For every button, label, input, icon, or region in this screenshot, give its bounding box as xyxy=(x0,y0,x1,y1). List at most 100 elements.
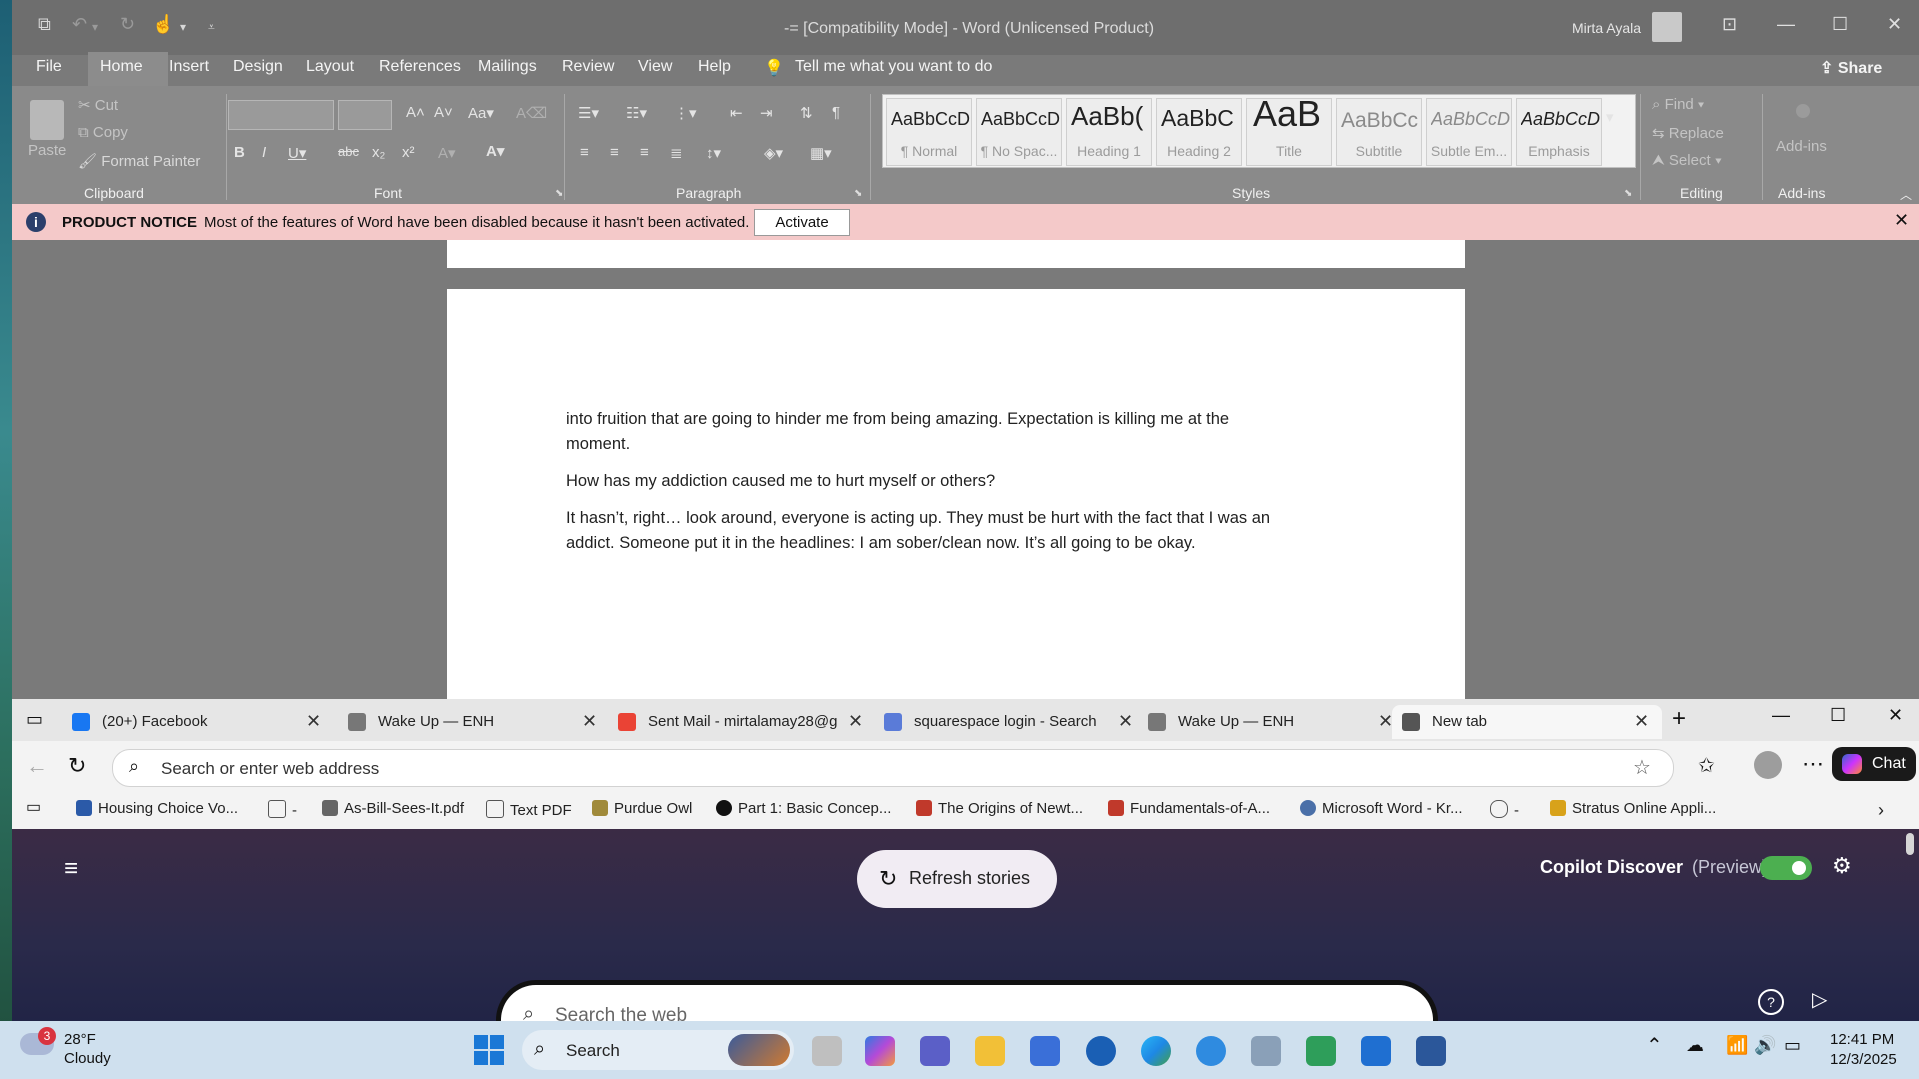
underline-icon[interactable]: U▾ xyxy=(288,144,306,162)
clock-date[interactable]: 12/3/2025 xyxy=(1830,1051,1897,1068)
browser-tab-active[interactable]: New tab ✕ xyxy=(1392,705,1662,739)
tab-insert[interactable]: Insert xyxy=(169,58,209,76)
style-heading-1[interactable]: AaBb(Heading 1 xyxy=(1066,98,1152,166)
line-spacing-icon[interactable]: ↕▾ xyxy=(706,144,721,162)
style-subtle-emphasis[interactable]: AaBbCcD Subtle Em... xyxy=(1426,98,1512,166)
browser-tab[interactable]: Sent Mail - mirtalamay28@g ✕ xyxy=(608,705,878,739)
copilot-chat-button[interactable]: Chat xyxy=(1832,747,1916,781)
maximize-icon[interactable]: ☐ xyxy=(1832,14,1848,35)
maximize-icon[interactable]: ☐ xyxy=(1830,705,1846,726)
clear-formatting-icon[interactable]: A⌫ xyxy=(516,104,547,122)
bookmark-item[interactable]: Fundamentals-of-A... xyxy=(1108,800,1270,817)
bullets-icon[interactable]: ☰▾ xyxy=(578,104,599,122)
shading-icon[interactable]: ◈▾ xyxy=(764,144,783,162)
teams-icon[interactable] xyxy=(920,1036,950,1066)
onedrive-icon[interactable]: ☁ xyxy=(1686,1035,1704,1056)
get-help-icon[interactable] xyxy=(1196,1036,1226,1066)
add-ins-button[interactable]: Add-ins xyxy=(1776,138,1827,155)
tab-close-icon[interactable]: ✕ xyxy=(1378,711,1393,732)
paste-button[interactable]: Paste xyxy=(28,142,66,159)
web-search-box[interactable]: ⌕ Search the web xyxy=(496,980,1438,1026)
bookmark-item[interactable]: Microsoft Word - Kr... xyxy=(1300,800,1463,817)
replace-button[interactable]: ⇆ Replace xyxy=(1652,124,1724,142)
ribbon-display-options-icon[interactable]: ⊡ xyxy=(1722,14,1737,35)
style-subtitle[interactable]: AaBbCc Subtitle xyxy=(1336,98,1422,166)
edge-icon[interactable] xyxy=(1141,1036,1171,1066)
profile-icon[interactable] xyxy=(1754,751,1782,779)
tab-close-icon[interactable]: ✕ xyxy=(1634,711,1649,732)
menu-icon[interactable]: ≡ xyxy=(64,855,78,883)
paragraph-dialog-launcher-icon[interactable]: ⬊ xyxy=(854,188,862,199)
sort-icon[interactable]: ⇅ xyxy=(800,104,813,122)
reload-icon[interactable]: ↻ xyxy=(68,753,86,779)
doc-paragraph-3[interactable]: It hasn’t, right… look around, everyone … xyxy=(566,506,1366,556)
share-button[interactable]: ⇪ Share xyxy=(1820,58,1882,78)
more-options-icon[interactable]: ⋯ xyxy=(1802,751,1824,777)
align-center-icon[interactable]: ≡ xyxy=(610,144,619,161)
change-case-icon[interactable]: Aa▾ xyxy=(468,104,494,122)
tab-mailings[interactable]: Mailings xyxy=(478,58,537,76)
bookmark-item[interactable]: Housing Choice Vo... xyxy=(76,800,238,817)
notice-close-icon[interactable]: ✕ xyxy=(1894,210,1909,231)
collapse-ribbon-icon[interactable]: ︿ xyxy=(1900,186,1912,203)
camera-icon[interactable] xyxy=(1251,1036,1281,1066)
tab-layout[interactable]: Layout xyxy=(306,58,354,76)
browser-tab[interactable]: Wake Up — ENH ✕ xyxy=(338,705,608,739)
hp-icon[interactable] xyxy=(1086,1036,1116,1066)
find-button[interactable]: ⌕ Find ▾ xyxy=(1652,96,1704,113)
add-ins-icon[interactable] xyxy=(1796,104,1810,118)
multilevel-list-icon[interactable]: ⋮▾ xyxy=(674,104,697,122)
styles-more-icon[interactable]: ▾ xyxy=(1606,108,1614,126)
shrink-font-icon[interactable]: A˅ xyxy=(434,104,453,121)
copy-button[interactable]: ⧉ Copy xyxy=(78,124,128,141)
undo-icon[interactable]: ↶ xyxy=(72,14,87,35)
bookmark-item[interactable]: Purdue Owl xyxy=(592,800,692,817)
autosave-icon[interactable]: ⧉ xyxy=(38,14,51,35)
strikethrough-icon[interactable]: abc xyxy=(338,144,359,159)
doc-paragraph-1[interactable]: into fruition that are going to hinder m… xyxy=(566,407,1366,457)
file-explorer-icon[interactable] xyxy=(975,1036,1005,1066)
bookmark-item[interactable]: As-Bill-Sees-It.pdf xyxy=(322,800,464,817)
decrease-indent-icon[interactable]: ⇤ xyxy=(730,104,743,122)
send-feedback-icon[interactable]: ▷ xyxy=(1812,987,1827,1012)
clock-time[interactable]: 12:41 PM xyxy=(1830,1031,1894,1048)
tab-design[interactable]: Design xyxy=(233,58,283,76)
wifi-icon[interactable]: 📶 xyxy=(1726,1035,1748,1056)
taskbar-search-box[interactable]: ⌕ Search xyxy=(522,1030,794,1070)
copilot-icon[interactable] xyxy=(865,1036,895,1066)
close-icon[interactable]: ✕ xyxy=(1888,705,1903,726)
chevron-right-icon[interactable]: › xyxy=(1878,800,1884,821)
minimize-icon[interactable]: — xyxy=(1777,14,1795,35)
bookmark-item[interactable]: - xyxy=(1490,800,1519,819)
redo-icon[interactable]: ↻ xyxy=(120,14,135,35)
italic-icon[interactable]: I xyxy=(262,144,266,161)
tab-review[interactable]: Review xyxy=(562,58,614,76)
cut-button[interactable]: ✂ Cut xyxy=(78,96,118,114)
chevron-up-icon[interactable]: ⌃ xyxy=(1646,1033,1663,1058)
font-size-box[interactable] xyxy=(338,100,392,130)
style-no-spacing[interactable]: AaBbCcD ¶ No Spac... xyxy=(976,98,1062,166)
bookmark-item[interactable]: Part 1: Basic Concep... xyxy=(716,800,891,817)
tab-view[interactable]: View xyxy=(638,58,672,76)
align-left-icon[interactable]: ≡ xyxy=(580,144,589,161)
format-painter-button[interactable]: 🖌 Format Painter xyxy=(78,152,200,170)
superscript-icon[interactable]: x² xyxy=(402,144,415,161)
copilot-discover-toggle[interactable] xyxy=(1760,856,1812,880)
grow-font-icon[interactable]: A˄ xyxy=(406,104,425,121)
windows-start-icon[interactable] xyxy=(474,1035,504,1065)
back-icon[interactable]: ← xyxy=(26,753,48,779)
bold-icon[interactable]: B xyxy=(234,144,245,161)
paste-icon[interactable] xyxy=(30,100,64,140)
tab-actions-icon[interactable]: ▭ xyxy=(26,709,43,730)
tab-references[interactable]: References xyxy=(379,58,461,76)
bookmark-folder[interactable]: Text PDF xyxy=(486,800,572,819)
font-dialog-launcher-icon[interactable]: ⬊ xyxy=(555,188,563,199)
favorite-star-icon[interactable]: ☆ xyxy=(1633,755,1651,780)
customize-qat-icon[interactable]: ⩡ xyxy=(208,20,215,35)
tab-close-icon[interactable]: ✕ xyxy=(582,711,597,732)
align-right-icon[interactable]: ≡ xyxy=(640,144,649,161)
tab-close-icon[interactable]: ✕ xyxy=(306,711,321,732)
tab-file[interactable]: File xyxy=(36,58,62,76)
tell-me-box[interactable]: Tell me what you want to do xyxy=(795,58,992,76)
immersive-reader-icon[interactable]: ▭ xyxy=(26,797,41,817)
